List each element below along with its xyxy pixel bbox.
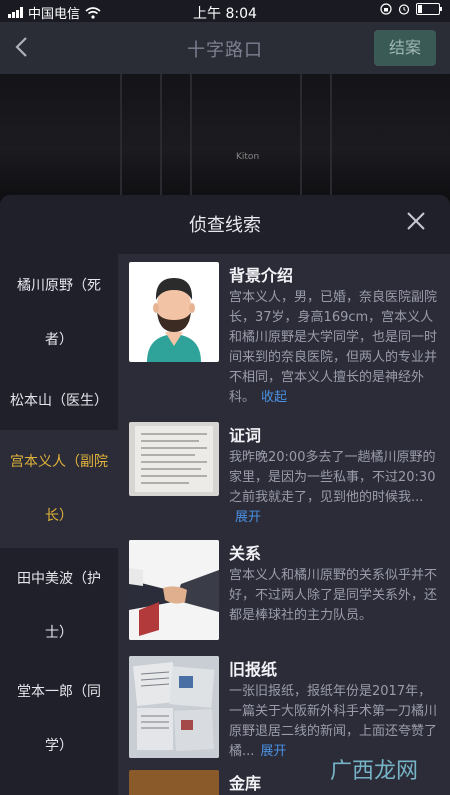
handshake-thumbnail [129, 540, 219, 640]
rotation-lock-icon [380, 3, 392, 15]
nav-bar: 十字路口 结案 [0, 22, 450, 74]
character-item[interactable]: 田中美波（护士） [0, 548, 118, 664]
character-list: 橘川原野（死者） 松本山（医生） 宫本义人（副院长） 田中美波（护士） 堂本一郎… [0, 254, 118, 795]
scene-sign: Kiton [236, 152, 260, 162]
sheet-title: 侦查线索 [189, 215, 261, 236]
close-case-button[interactable]: 结案 [374, 30, 436, 66]
expand-link[interactable]: 展开 [235, 510, 261, 525]
clue-body: 宫本义人和橘川原野的关系似乎并不好，不过两人除了是同学关系外，还都是棒球社的主力… [229, 568, 438, 623]
close-icon [407, 212, 425, 230]
person-avatar-icon [147, 278, 201, 362]
clue-body: 一张旧报纸，报纸年份是2017年，一篇关于大阪新外科手术第一刀橘川原野退居二线的… [229, 684, 438, 759]
clue-content: 背景介绍 宫本义人，男，已婚，奈良医院副院长，37岁，身高169cm，宫本义人和… [118, 254, 450, 795]
scene-image: Kiton [0, 74, 450, 199]
document-thumbnail [129, 422, 219, 496]
character-item[interactable]: 松本山（医生） [0, 372, 118, 430]
clue-title: 背景介绍 [229, 266, 294, 285]
battery-icon [416, 3, 442, 15]
character-item[interactable]: 橘川原野（死者） [0, 254, 118, 372]
clue-sheet: 侦查线索 橘川原野（死者） 松本山（医生） 宫本义人（副院长） 田中美波（护士）… [0, 195, 450, 795]
clue-body: 宫本义人，男，已婚，奈良医院副院长，37岁，身高169cm，宫本义人和橘川原野是… [229, 290, 438, 405]
collapse-link[interactable]: 收起 [261, 390, 287, 405]
clue-title: 旧报纸 [229, 660, 278, 679]
newspaper-icon [129, 656, 219, 758]
character-item[interactable]: 堂本一郎（同学） [0, 664, 118, 774]
clue-body: 我昨晚20:00多去了一趟橘川原野的家里，是因为一些私事，不过20:30之前我就… [229, 450, 436, 525]
watermark-logo: 广西龙网 [329, 759, 418, 784]
vault-thumbnail [129, 770, 219, 795]
alarm-icon [398, 4, 410, 15]
clue-title: 证词 [229, 426, 262, 445]
document-icon [135, 426, 213, 492]
handshake-icon [129, 540, 219, 640]
newspaper-thumbnail [129, 656, 219, 758]
close-button[interactable] [404, 209, 428, 233]
status-bar: 中国电信 上午 8:04 [0, 0, 450, 22]
character-item-active[interactable]: 宫本义人（副院长） [0, 430, 118, 548]
clue-title: 关系 [229, 544, 262, 563]
avatar-thumbnail [129, 262, 219, 362]
expand-link[interactable]: 展开 [260, 744, 286, 759]
